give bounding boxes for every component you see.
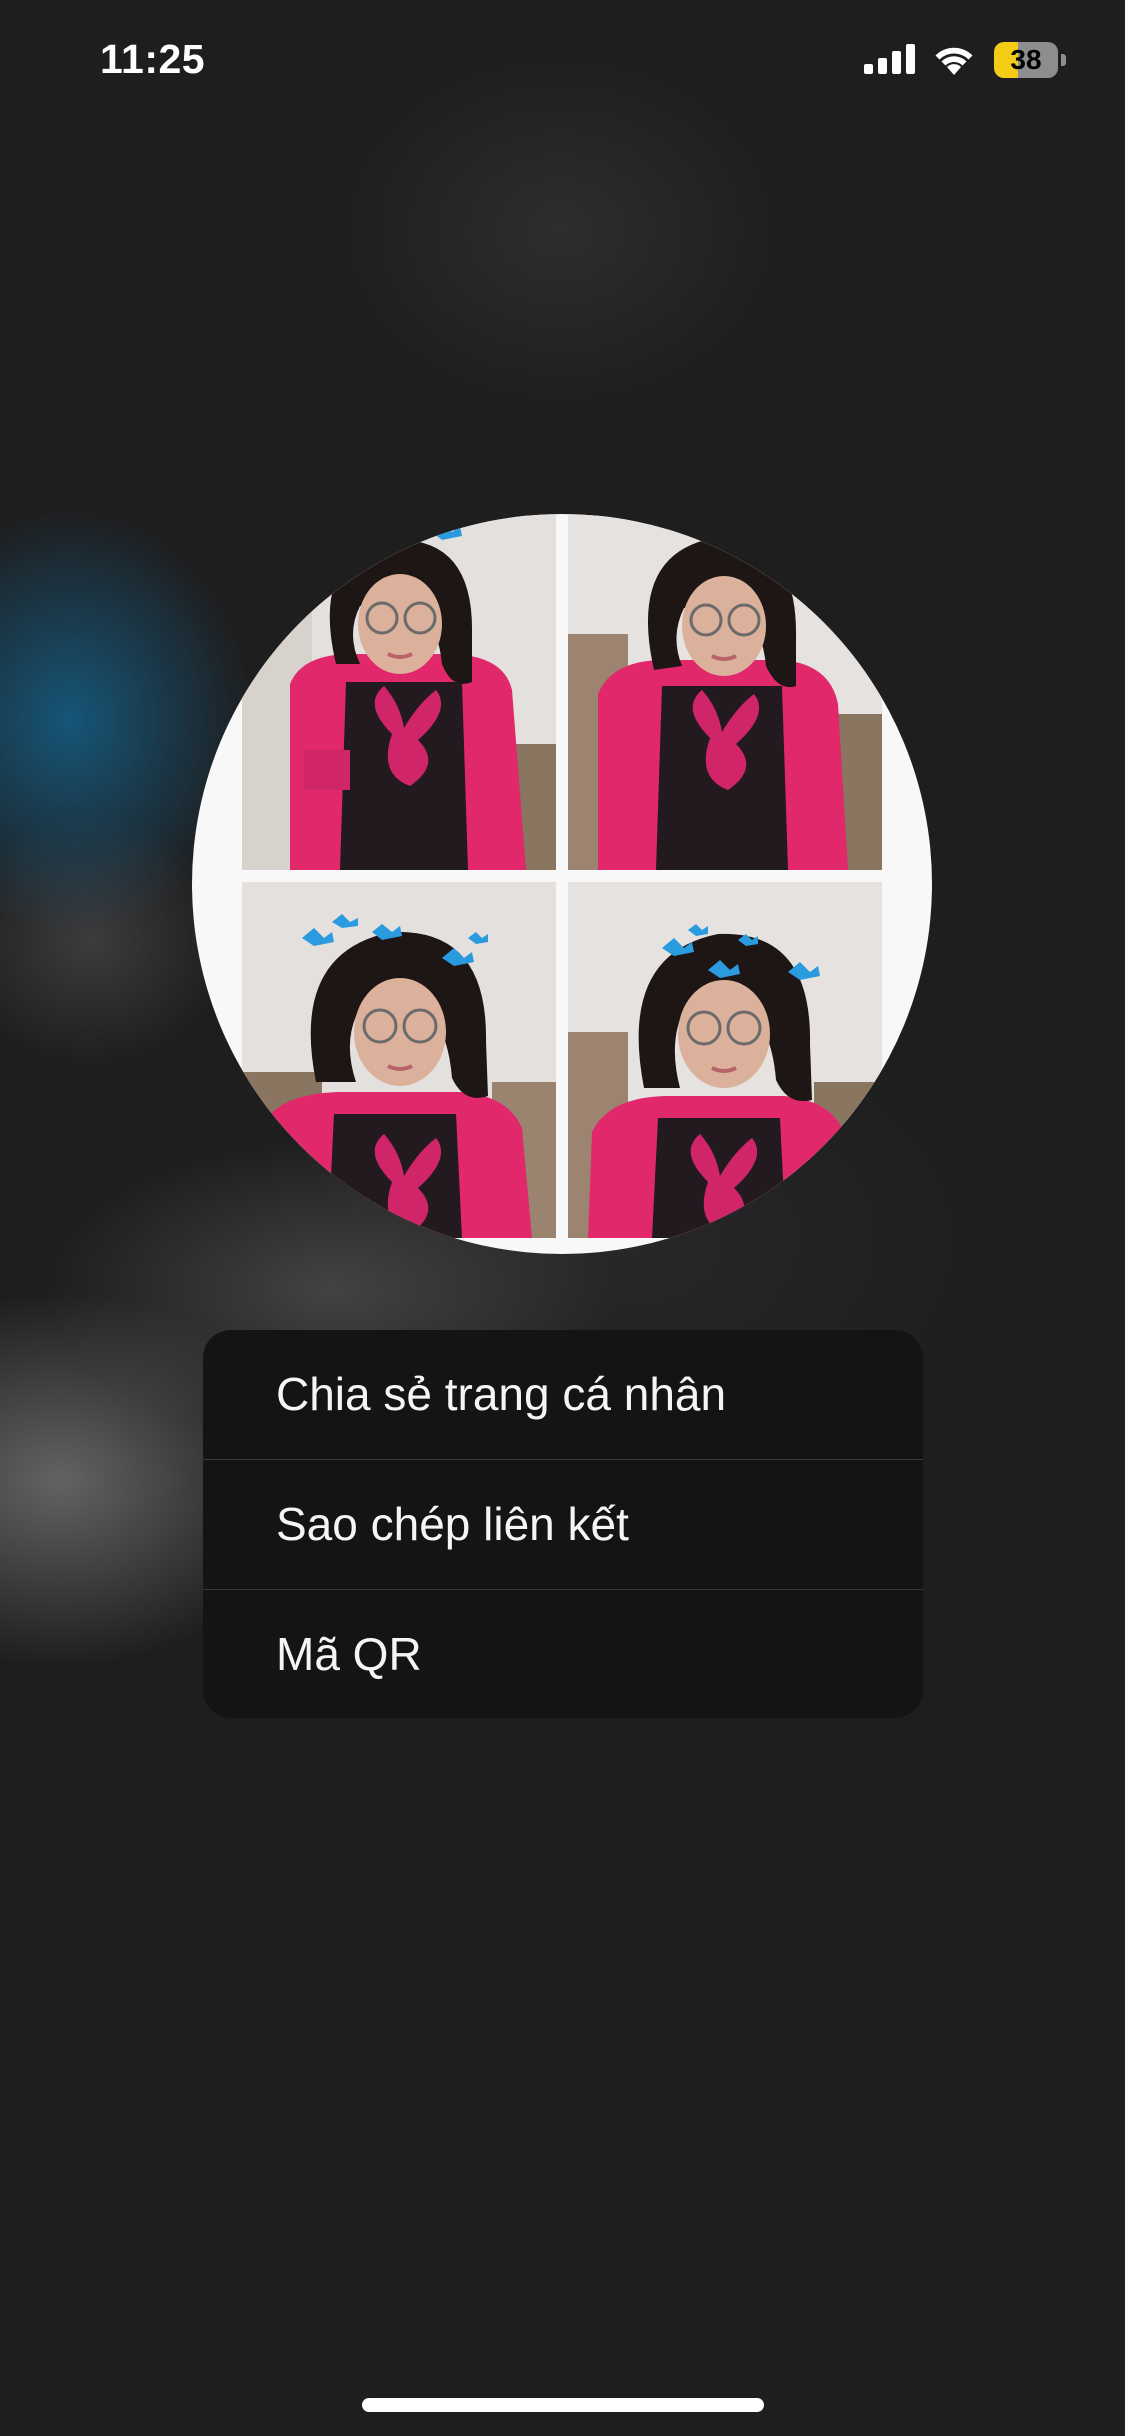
battery-level: 38 <box>1010 44 1042 75</box>
home-indicator[interactable] <box>362 2398 764 2412</box>
battery-icon: 38 <box>994 42 1066 78</box>
collage-photo <box>242 882 556 1238</box>
collage-photo <box>568 514 882 870</box>
status-time: 11:25 <box>100 36 206 82</box>
collage-photo <box>242 514 556 870</box>
profile-share-menu: Chia sẻ trang cá nhân Sao chép liên kết … <box>203 1330 923 1718</box>
copy-link-menu-item[interactable]: Sao chép liên kết <box>203 1460 923 1589</box>
collage-photo <box>568 882 882 1238</box>
photo-collage <box>242 514 882 1254</box>
qr-code-menu-item[interactable]: Mã QR <box>203 1590 923 1718</box>
cellular-signal-icon <box>864 44 915 74</box>
share-profile-menu-item[interactable]: Chia sẻ trang cá nhân <box>203 1330 923 1459</box>
profile-photo[interactable] <box>192 514 932 1254</box>
wifi-icon <box>935 47 973 75</box>
status-bar: 11:25 38 <box>0 0 1125 120</box>
